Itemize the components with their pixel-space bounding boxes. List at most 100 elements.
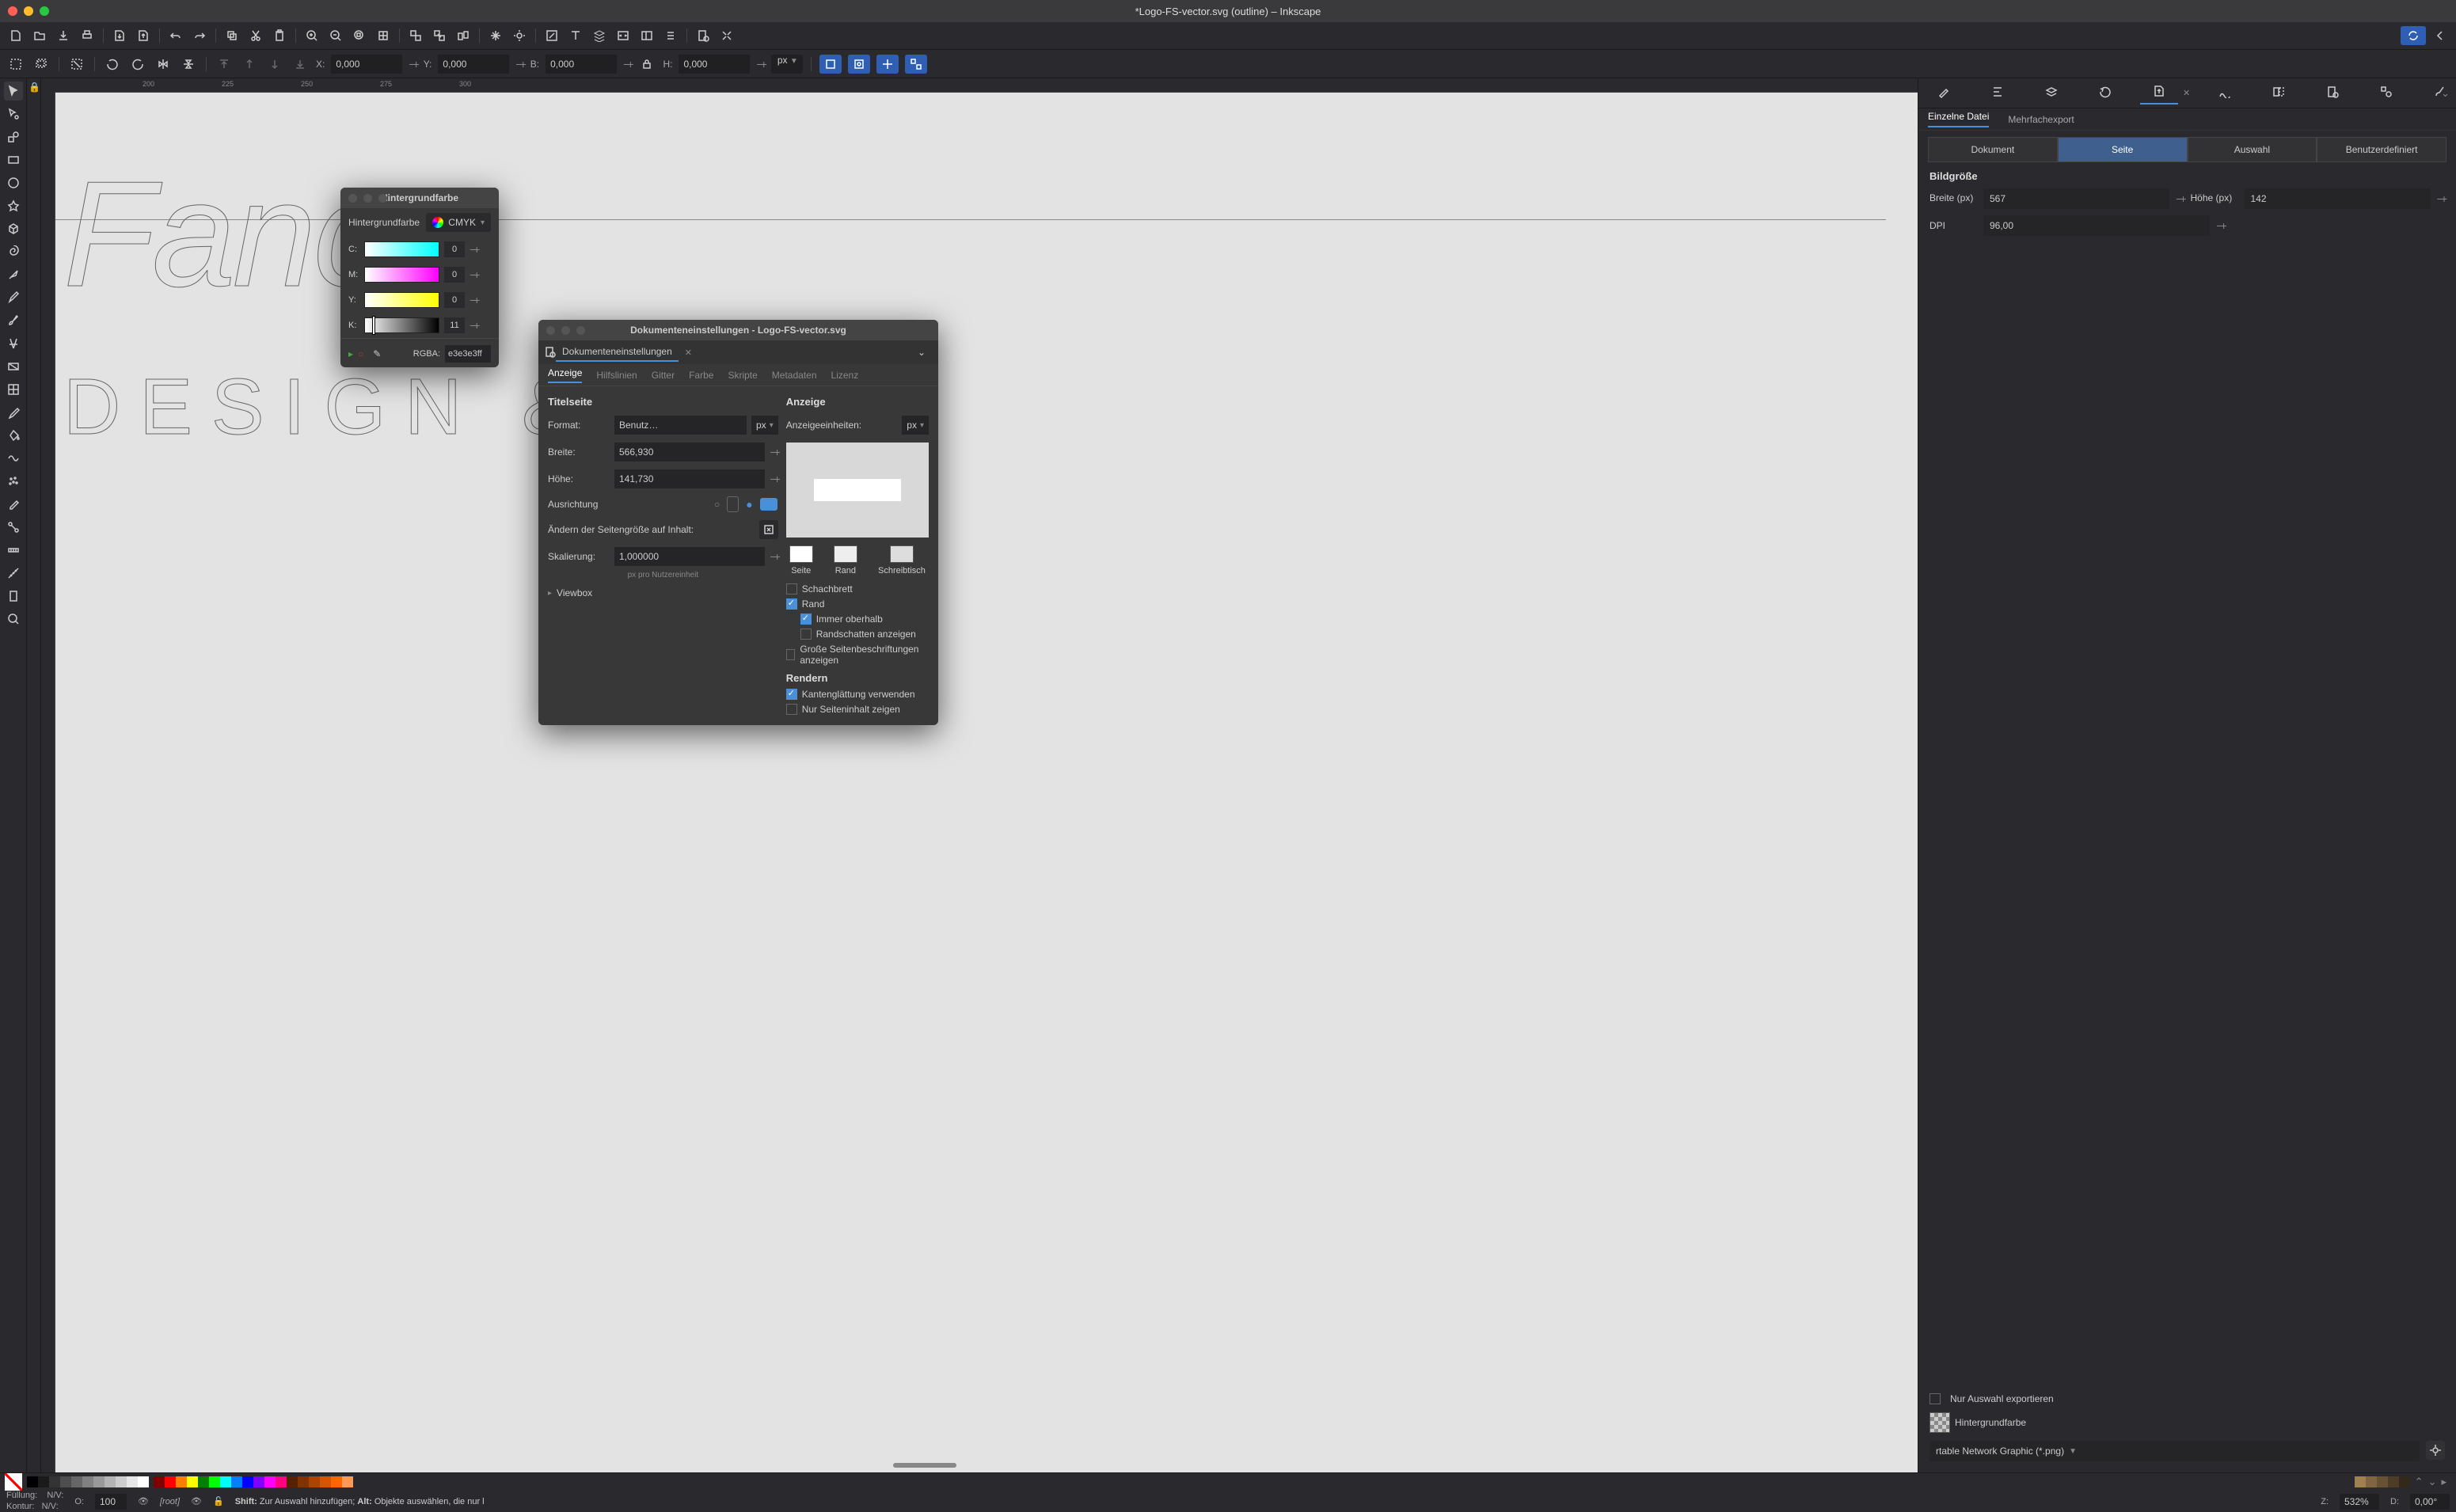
black-value[interactable] (444, 317, 465, 333)
lower-bottom-button[interactable] (291, 55, 310, 74)
ellipse-tool[interactable] (4, 173, 23, 192)
opacity-input[interactable] (95, 1494, 127, 1510)
palette-swatch[interactable] (342, 1476, 353, 1487)
cyan-slider[interactable] (364, 241, 439, 257)
connector-tool[interactable] (4, 518, 23, 537)
zoom-tool[interactable] (4, 610, 23, 629)
only-selection-checkbox[interactable] (1929, 1393, 1941, 1404)
black-slider[interactable] (364, 317, 439, 333)
palette-swatch[interactable] (298, 1476, 309, 1487)
palette-none[interactable] (5, 1473, 22, 1491)
export-dpi-spinner[interactable]: −+ (2216, 219, 2224, 232)
export-settings-button[interactable] (2426, 1441, 2445, 1460)
dock-layers-tab[interactable] (2032, 82, 2070, 104)
dp-tab-metadaten[interactable]: Metadaten (772, 370, 817, 381)
format-unit-select[interactable]: px▾ (751, 416, 778, 435)
dp-tab-lizenz[interactable]: Lizenz (831, 370, 859, 381)
y-spinner[interactable]: −+ (515, 58, 523, 70)
palette-swatch[interactable] (2366, 1476, 2377, 1487)
close-export-tab[interactable]: ✕ (2183, 88, 2190, 98)
palette-menu-button[interactable]: ▸ (2436, 1476, 2451, 1488)
lock-ratio-button[interactable] (637, 55, 656, 74)
clip-checkbox[interactable] (786, 704, 797, 715)
palette-swatch[interactable] (82, 1476, 93, 1487)
export-dpi-input[interactable] (1983, 215, 2210, 236)
palette-swatch[interactable] (154, 1476, 165, 1487)
star-tool[interactable] (4, 196, 23, 215)
palette-swatch[interactable] (253, 1476, 264, 1487)
palette-swatch[interactable] (93, 1476, 105, 1487)
prefs-button[interactable] (717, 26, 736, 45)
export-source-doc[interactable]: Dokument (1928, 137, 2058, 162)
palette-swatch[interactable] (320, 1476, 331, 1487)
zoom-input[interactable] (2340, 1494, 2379, 1510)
docprops-button[interactable] (694, 26, 713, 45)
breite-input[interactable] (614, 443, 765, 462)
palette-swatch[interactable] (2388, 1476, 2399, 1487)
x-input[interactable] (331, 55, 402, 74)
fx-button[interactable] (486, 26, 505, 45)
x-spinner[interactable]: −+ (409, 58, 416, 70)
palette-swatch[interactable] (231, 1476, 242, 1487)
bezier-tool[interactable] (4, 265, 23, 284)
export-single-tab[interactable]: Einzelne Datei (1928, 111, 1989, 127)
gradient-tool[interactable] (4, 357, 23, 376)
dock-text-tab[interactable] (2421, 82, 2456, 104)
yellow-slider[interactable] (364, 292, 439, 308)
zoom-fit-button[interactable] (350, 26, 369, 45)
collapse-toolbar-button[interactable] (2431, 26, 2450, 45)
format-select[interactable] (614, 416, 747, 435)
copy-button[interactable] (222, 26, 241, 45)
dock-align-tab[interactable] (1979, 82, 2017, 104)
lpe-tool[interactable] (4, 541, 23, 560)
raise-top-button[interactable] (215, 55, 234, 74)
dp-tab-hilfslinien[interactable]: Hilfslinien (596, 370, 637, 381)
export-button[interactable] (134, 26, 153, 45)
cut-button[interactable] (246, 26, 265, 45)
text-tool[interactable] (4, 334, 23, 353)
pencil-tool[interactable] (4, 288, 23, 307)
portrait-button[interactable] (727, 496, 739, 512)
magenta-slider[interactable] (364, 267, 439, 283)
flip-v-button[interactable] (179, 55, 198, 74)
magenta-value[interactable] (444, 267, 465, 283)
hoehe-input[interactable] (614, 469, 765, 488)
disp-units-select[interactable]: px▾ (902, 416, 929, 435)
yellow-value[interactable] (444, 292, 465, 308)
canvas[interactable]: Fancy DESIGN & (55, 93, 1918, 1472)
bg-max-button[interactable] (378, 194, 387, 203)
unlink-clone-button[interactable] (430, 26, 449, 45)
export-height-input[interactable] (2245, 188, 2431, 209)
deselect-button[interactable] (67, 55, 86, 74)
bg-min-button[interactable] (363, 194, 372, 203)
dock-fill-stroke-tab[interactable] (1925, 82, 1963, 104)
swap-fill-icon[interactable]: ▸ (348, 348, 353, 359)
export-width-spinner[interactable]: −+ (2176, 192, 2184, 205)
lock-guides-button[interactable]: 🔒 (27, 78, 40, 96)
docprops-tab-overflow[interactable]: ⌄ (911, 344, 932, 361)
checker-checkbox[interactable] (786, 583, 797, 595)
flip-h-button[interactable] (154, 55, 173, 74)
palette-swatch[interactable] (198, 1476, 209, 1487)
export-source-sel[interactable]: Auswahl (2188, 137, 2317, 162)
layer-indicator[interactable]: [root] (160, 1497, 180, 1506)
palette-swatch[interactable] (2377, 1476, 2388, 1487)
scale-stroke-toggle[interactable] (819, 55, 842, 74)
landscape-button[interactable] (760, 498, 777, 511)
palette-swatch[interactable] (2355, 1476, 2366, 1487)
dock-export-tab[interactable] (2140, 82, 2178, 104)
layer-lock-icon[interactable]: 🔓 (213, 1496, 224, 1506)
w-spinner[interactable]: −+ (623, 58, 631, 70)
clone-button[interactable] (406, 26, 425, 45)
docprops-titlebar[interactable]: Dokumenteneinstellungen - Logo-FS-vector… (538, 320, 938, 340)
palette-swatch[interactable] (49, 1476, 60, 1487)
always-top-checkbox[interactable] (800, 614, 812, 625)
save-button[interactable] (54, 26, 73, 45)
dp-max-button[interactable] (576, 326, 585, 335)
export-width-input[interactable] (1983, 188, 2169, 209)
group-button[interactable] (454, 26, 473, 45)
selector-tool[interactable] (4, 82, 23, 101)
bg-close-button[interactable] (348, 194, 357, 203)
move-gradients-toggle[interactable] (876, 55, 899, 74)
palette-swatch[interactable] (220, 1476, 231, 1487)
